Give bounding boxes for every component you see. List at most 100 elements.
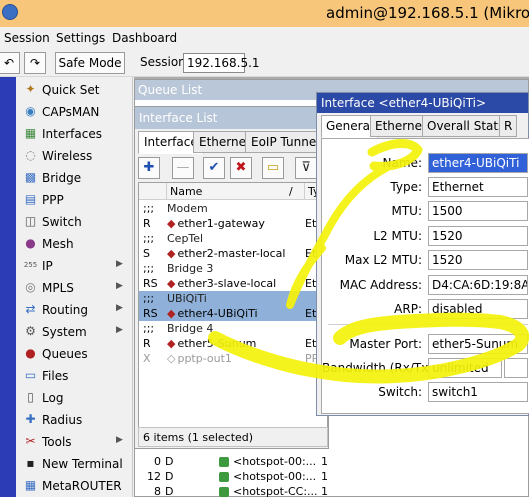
filter-icon: ⊽ (301, 160, 311, 175)
sidebar-item-ip[interactable]: 255 IP ▶ (16, 255, 133, 277)
pptp-icon: ◇ (167, 352, 176, 365)
bandwidth-rxtx-field[interactable]: unlimited (428, 358, 502, 378)
interface-row[interactable]: X ◇ pptp-out1 PP (139, 351, 327, 366)
row-flag: R (143, 337, 151, 350)
menu-session[interactable]: Session (4, 31, 50, 45)
menu-dashboard[interactable]: Dashboard (112, 31, 177, 45)
type-field[interactable]: Ethernet (428, 177, 528, 197)
mac-address-field[interactable]: D4:CA:6D:19:8A (428, 275, 528, 295)
sidebar-item-routing[interactable]: ⇄ Routing ▶ (16, 299, 133, 321)
sidebar-item-label: Wireless (42, 149, 93, 163)
submenu-arrow-icon: ▶ (116, 325, 123, 335)
mtu-label: MTU: (391, 204, 422, 218)
sidebar-item-radius[interactable]: ✚ Radius (16, 409, 133, 431)
bandwidth-tx-field[interactable] (504, 358, 528, 378)
interface-row[interactable]: S ◆ ether2-master-local Eth (139, 246, 327, 261)
ethernet-port-icon: ◆ (167, 337, 176, 350)
menu-settings[interactable]: Settings (56, 31, 105, 45)
queue-icon (219, 487, 229, 497)
sidebar-item-queues[interactable]: ● Queues (16, 343, 133, 365)
interface-row[interactable]: R ◆ ether1-gateway Eth (139, 216, 327, 231)
interface-detail-window[interactable]: Interface <ether4-UBiQiTi> General Ether… (316, 92, 529, 416)
sidebar-item-label: Radius (42, 413, 83, 427)
submenu-arrow-icon: ▶ (116, 303, 123, 313)
comment-button[interactable]: ▭ (262, 157, 284, 179)
max-l2-mtu-field[interactable]: 1520 (428, 250, 528, 270)
sidebar-item-tools[interactable]: ✂ Tools ▶ (16, 431, 133, 453)
window-title-bar: admin@192.168.5.1 (MikroT (0, 0, 529, 27)
sidebar-item-mesh[interactable]: ● Mesh (16, 233, 133, 255)
sidebar-item-files[interactable]: ▭ Files (16, 365, 133, 387)
master-port-field[interactable]: ether5-Sunum (428, 334, 528, 354)
session-input[interactable]: 192.168.5.1 (183, 53, 260, 73)
sidebar-item-label: New Terminal (42, 457, 123, 471)
name-field[interactable]: ether4-UBiQiTi (428, 153, 528, 173)
remove-icon: — (176, 160, 190, 175)
interface-comment-row[interactable]: ;;; Modem (139, 201, 327, 216)
filter-button[interactable]: ⊽ (295, 157, 317, 179)
sidebar-item-mpls[interactable]: ◎ MPLS ▶ (16, 277, 133, 299)
switch-icon: ◫ (24, 214, 37, 228)
sidebar-item-system[interactable]: ⚙ System ▶ (16, 321, 133, 343)
tab-overall-stats[interactable]: Overall Stats (422, 115, 510, 137)
interface-row[interactable]: R ◆ ether5-Sunum Eth (139, 336, 327, 351)
sidebar-item-interfaces[interactable]: ▦ Interfaces (16, 123, 133, 145)
capsman-icon: ◉ (25, 104, 36, 118)
general-panel: Name: ether4-UBiQiTi Type: Ethernet MTU: 1500… (321, 138, 529, 414)
mtu-field[interactable]: 1500 (428, 201, 528, 221)
l2-mtu-field[interactable]: 1520 (428, 226, 528, 246)
interface-comment-row[interactable]: ;;; Bridge 4 (139, 321, 327, 336)
type-label: Type: (390, 180, 422, 194)
redo-icon: ↷ (29, 56, 41, 70)
sidebar-item-ppp[interactable]: ▤ PPP (16, 189, 133, 211)
bandwidth-rxtx-label: Bandwidth (Rx/Tx): (322, 361, 438, 375)
column-name[interactable]: Name / (167, 183, 305, 200)
sidebar-item-quick-set[interactable]: ✦ Quick Set (16, 79, 133, 101)
add-icon: ✚ (143, 160, 155, 175)
tab-eoip-tunnel[interactable]: EoIP Tunnel (245, 131, 326, 153)
interface-comment-row[interactable]: ;;; Bridge 3 (139, 261, 327, 276)
add-button[interactable]: ✚ (138, 157, 160, 179)
disable-button[interactable]: ✖ (230, 157, 252, 179)
sidebar-item-log[interactable]: ▯ Log (16, 387, 133, 409)
quick-set-icon: ✦ (25, 82, 36, 96)
sidebar-item-bridge[interactable]: ▩ Bridge (16, 167, 133, 189)
row-name-cell: ◆ ether4-UBiQiTi (167, 307, 258, 320)
remove-button[interactable]: — (172, 157, 194, 179)
interface-comment-row[interactable]: ;;; CepTel (139, 231, 327, 246)
submenu-arrow-icon: ▶ (116, 281, 123, 291)
interface-list-window[interactable]: Interface List Interface Ethernet EoIP T… (134, 106, 329, 449)
submenu-arrow-icon: ▶ (116, 435, 123, 445)
interface-row[interactable]: RS ◆ ether3-slave-local Eth (139, 276, 327, 291)
row-flag: ;;; (143, 322, 155, 335)
enable-button[interactable]: ✔ (203, 157, 225, 179)
redo-button[interactable]: ↷ (24, 52, 46, 74)
comment-icon: ▭ (266, 160, 280, 175)
undo-button[interactable]: ↶ (0, 52, 20, 74)
interface-row[interactable]: RS ◆ ether4-UBiQiTi Eth (139, 306, 327, 321)
row-flag: X (143, 352, 151, 365)
row-flag: S (143, 247, 150, 260)
sidebar-item-wireless[interactable]: ◌ Wireless (16, 145, 133, 167)
queue-flag: D (165, 485, 174, 497)
tab-more[interactable]: R (499, 115, 518, 137)
row-name: pptp-out1 (177, 352, 232, 365)
sidebar-item-label: Quick Set (42, 83, 100, 97)
master-port-label: Master Port: (349, 337, 422, 351)
system-icon: ⚙ (25, 324, 36, 338)
routing-icon: ⇄ (25, 302, 36, 316)
queue-extra: 1 (321, 455, 328, 468)
sidebar-item-label: Interfaces (42, 127, 102, 141)
sidebar-item-new-terminal[interactable]: ▪ New Terminal (16, 453, 133, 475)
queue-number: 0 (154, 455, 161, 468)
interface-comment-row[interactable]: ;;; UBiQiTi (139, 291, 327, 306)
sidebar-item-metarouter[interactable]: ▦ MetaROUTER (16, 475, 133, 497)
arp-field[interactable]: disabled (428, 299, 528, 319)
safe-mode-button[interactable]: Safe Mode (55, 52, 125, 74)
sidebar-item-capsman[interactable]: ◉ CAPsMAN (16, 101, 133, 123)
queue-extra: 1 (321, 485, 328, 497)
sidebar-item-switch[interactable]: ◫ Switch (16, 211, 133, 233)
switch-field[interactable]: switch1 (428, 382, 528, 402)
interface-table: Name / Ty ;;; Modem R ◆ ether1-gateway Eth;;;… (138, 182, 328, 428)
tools-icon: ✂ (25, 434, 36, 448)
